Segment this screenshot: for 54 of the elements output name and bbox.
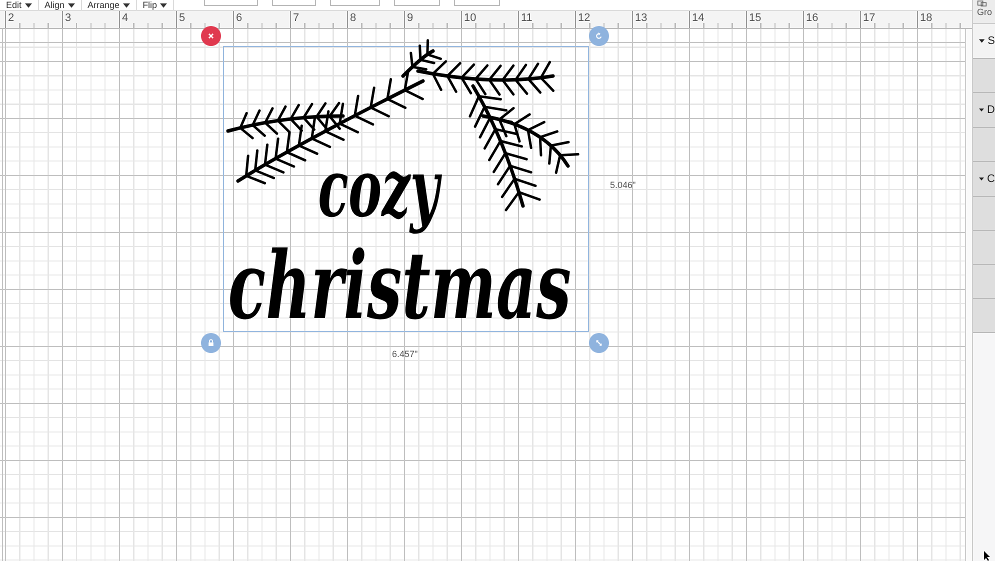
input-field[interactable] (394, 0, 440, 6)
triangle-icon (979, 176, 984, 182)
lettering-text: cozy (318, 140, 440, 236)
resize-button[interactable] (589, 333, 609, 353)
menu-button[interactable]: Arrange (82, 0, 137, 10)
input-field[interactable] (272, 0, 316, 6)
ruler-number: 2 (8, 12, 14, 24)
section-header[interactable]: D (973, 93, 995, 128)
menu-button[interactable]: Flip (136, 0, 174, 10)
input-field[interactable] (330, 0, 380, 6)
height-label: 5.046" (610, 180, 636, 190)
ruler-number: 18 (920, 12, 932, 24)
ruler-number: 4 (122, 12, 128, 24)
layer-row[interactable] (973, 265, 995, 299)
ruler-number: 9 (407, 12, 414, 24)
layer-row[interactable] (973, 59, 995, 93)
ruler-number: 11 (521, 12, 532, 24)
menu-button[interactable]: Edit (0, 0, 39, 10)
caret-icon (160, 2, 168, 8)
ruler-number: 8 (350, 12, 356, 24)
triangle-icon (979, 107, 984, 113)
layer-row[interactable] (973, 299, 995, 333)
ruler-number: 13 (635, 12, 648, 24)
delete-button[interactable] (201, 26, 221, 46)
lock-button[interactable] (201, 333, 221, 353)
ruler-number: 12 (578, 12, 590, 24)
section-header[interactable]: S (973, 24, 995, 59)
caret-icon (24, 2, 32, 8)
section-header[interactable]: C (973, 162, 995, 197)
ruler-number: 10 (464, 12, 476, 24)
rotate-button[interactable] (589, 26, 609, 46)
input-field[interactable] (454, 0, 500, 6)
group-icon (977, 0, 987, 7)
ruler-number: 17 (863, 12, 876, 24)
selection-box[interactable] (223, 46, 589, 332)
scrollbar[interactable] (965, 29, 972, 561)
layer-row[interactable] (973, 231, 995, 265)
cursor-icon (981, 551, 991, 561)
ruler-number: 5 (179, 12, 186, 24)
width-label: 6.457" (392, 349, 418, 359)
ruler-number: 16 (806, 12, 818, 24)
ruler-number: 14 (692, 12, 704, 24)
caret-icon (122, 2, 130, 8)
group-button[interactable]: Gro (973, 0, 995, 24)
ruler-number: 15 (749, 12, 762, 24)
layer-row[interactable] (973, 128, 995, 162)
ruler-number: 3 (65, 12, 72, 24)
triangle-icon (979, 38, 985, 44)
ruler-number: 7 (293, 12, 300, 24)
ruler-number: 6 (236, 12, 242, 24)
layer-row[interactable] (973, 197, 995, 231)
input-field[interactable] (204, 0, 258, 6)
caret-icon (68, 2, 75, 8)
menu-button[interactable]: Align (38, 0, 82, 10)
